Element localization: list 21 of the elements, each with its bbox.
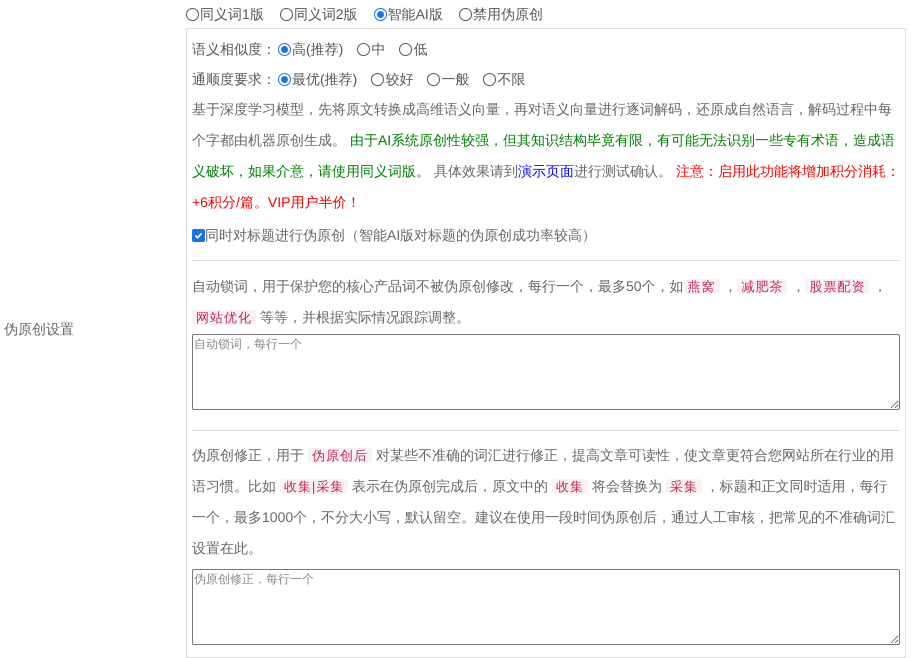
radio-option[interactable]: 低 <box>399 38 428 60</box>
option-label: 语义相似度： <box>192 40 276 58</box>
correction-description: 伪原创修正，用于 伪原创后 对某些不准确的词汇进行修正，提高文章可读性，使文章更符合您网站所在行业的用语习惯。比如 收集|采集 表示在伪原创完成后，原文中的 收集 将会替换为 采集 ，标题和正文同时适用，每行一个，最多1000个，不分大小写，默认留空。建议在使用一段时间伪原创后，通过人工审核，把常见的不准确词汇设置在此。 <box>192 446 896 558</box>
correction-field[interactable]: 伪原创修正，每行一个 <box>192 569 900 645</box>
lock-words-field[interactable]: 自动锁词，每行一个 <box>192 334 900 410</box>
lock-words-description: 自动锁词，用于保护您的核心产品词不被伪原创修改，每行一个，最多50个，如 燕窝 ， 减肥茶 ， 股票配资 ， 网站优化 等等，并根据实际情况跟踪调整。 <box>192 277 888 327</box>
ai-description: 基于深度学习模型，先将原文转换成高维语义向量，再对语义向量进行逐词解码，还原成自然语言，解码过程中每个字都由机器原创生成。 由于AI系统原创性较强，但其知识结构毕竟有限，有可能无法识别一些专有术语，造成语义破坏，如果介意，请使用同义词版。 具体效果请到演示页面进行测试确认。 注意：启用此功能将增加积分消耗：+6积分/篇。VIP用户半价！ <box>192 100 900 212</box>
radio-option[interactable]: 较好 <box>371 68 414 90</box>
radio-option[interactable]: 禁用伪原创 <box>458 4 543 25</box>
radio-option[interactable]: 同义词1版 <box>186 4 264 25</box>
radio-option[interactable]: 不限 <box>483 68 526 90</box>
radio-option[interactable]: 智能AI版 <box>374 4 443 25</box>
radio-option[interactable]: 高(推荐) <box>278 38 344 60</box>
radio-option[interactable]: 一般 <box>427 68 470 90</box>
radio-option[interactable]: 最优(推荐) <box>278 68 358 90</box>
section-label: 伪原创设置 <box>4 320 74 338</box>
radio-option[interactable]: 中 <box>357 38 386 60</box>
title-option[interactable]: 同时对标题进行伪原创（智能AI版对标题的伪原创成功率较高） <box>192 220 900 250</box>
option-label: 通顺度要求： <box>192 70 276 88</box>
radio-option[interactable]: 同义词2版 <box>280 4 358 25</box>
demo-page-link[interactable]: 演示页面 <box>518 163 574 179</box>
